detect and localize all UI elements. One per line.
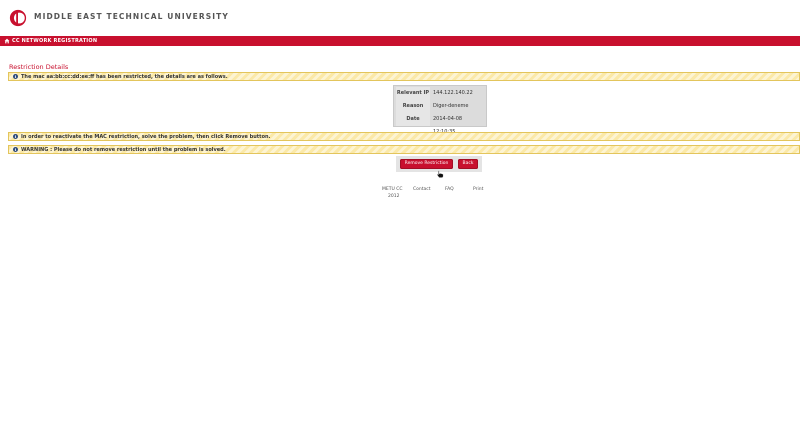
warning-notice: i WARNING : Please do not remove restric… [8,145,800,154]
home-icon[interactable] [4,38,10,44]
reactivate-notice-text: In order to reactivate the MAC restricti… [21,134,271,140]
footer-brand: METU CC [382,187,403,192]
restriction-details-table: Relevant IP 144.122.140.22 Reason Diger-… [393,85,487,135]
footer-print-link[interactable]: Print [473,187,483,192]
row-label: Relevant IP [396,87,430,100]
university-name: MIDDLE EAST TECHNICAL UNIVERSITY [34,12,229,21]
footer-year: 2012 [388,194,400,199]
row-label: Reason [396,100,430,113]
remove-restriction-button[interactable]: Remove Restriction [400,159,453,169]
reactivate-notice: i In order to reactivate the MAC restric… [8,132,800,141]
restriction-notice: i The mac aa:bb:cc:dd:ee:ff has been res… [8,72,800,81]
info-icon: i [13,147,18,152]
nav-title[interactable]: CC NETWORK REGISTRATION [12,38,97,44]
back-button[interactable]: Back [458,159,478,169]
table-row: Reason Diger-deneme [394,100,486,113]
row-label: Date [396,113,430,126]
restriction-notice-text: The mac aa:bb:cc:dd:ee:ff has been restr… [21,74,228,80]
footer-faq-link[interactable]: FAQ [445,187,454,192]
warning-notice-text: WARNING : Please do not remove restricti… [21,147,226,153]
row-value: 2014-04-08 12:10:35 [433,116,463,135]
page-title: Restriction Details [9,63,69,71]
page-header: MIDDLE EAST TECHNICAL UNIVERSITY [0,0,800,36]
table-row: Date 2014-04-08 12:10:35 [394,113,486,135]
footer-contact-link[interactable]: Contact [413,187,431,192]
info-icon: i [13,74,18,79]
row-value: 144.122.140.22 [433,90,473,96]
hand-cursor-icon [437,170,444,178]
table-row: Relevant IP 144.122.140.22 [394,87,486,100]
info-icon: i [13,134,18,139]
top-nav-bar: CC NETWORK REGISTRATION [0,36,800,46]
metu-logo-icon[interactable] [9,9,27,27]
row-value: Diger-deneme [433,103,469,109]
